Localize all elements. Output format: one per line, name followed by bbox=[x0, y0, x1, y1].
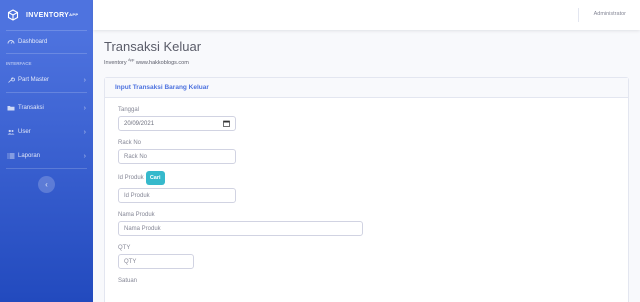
sidebar-item-label: Transaksi bbox=[18, 105, 44, 111]
chevron-right-icon: › bbox=[83, 104, 86, 112]
sidebar: INVENTORYAPP Dashboard INTERFACE Part Ma… bbox=[0, 0, 93, 302]
id-produk-input[interactable]: Id Produk bbox=[118, 188, 236, 203]
satuan-label: Satuan bbox=[118, 278, 138, 284]
rack-no-input[interactable]: Rack No bbox=[118, 149, 236, 164]
sidebar-heading: INTERFACE bbox=[6, 61, 32, 66]
folder-icon bbox=[6, 104, 15, 113]
id-produk-label: Id Produk bbox=[118, 175, 144, 181]
topbar-divider bbox=[578, 8, 579, 22]
rack-placeholder: Rack No bbox=[124, 153, 148, 160]
sidebar-item-laporan[interactable]: Laporan › bbox=[0, 144, 93, 168]
page-title: Transaksi Keluar bbox=[104, 39, 202, 54]
sidebar-item-label: Laporan bbox=[18, 153, 41, 159]
transaction-card: Input Transaksi Barang Keluar Tanggal 20… bbox=[104, 77, 629, 302]
qty-placeholder: QTY bbox=[124, 258, 137, 265]
sidebar-item-label: User bbox=[18, 129, 31, 135]
card-title: Input Transaksi Barang Keluar bbox=[105, 78, 628, 98]
id-produk-row: Id Produk Cari bbox=[118, 171, 615, 185]
sidebar-item-transaksi[interactable]: Transaksi › bbox=[0, 96, 93, 120]
nama-produk-label: Nama Produk bbox=[118, 212, 155, 218]
tanggal-date-input[interactable]: 20/09/2021 bbox=[118, 116, 236, 131]
qty-input[interactable]: QTY bbox=[118, 254, 194, 269]
tanggal-label: Tanggal bbox=[118, 107, 140, 113]
nama-produk-placeholder: Nama Produk bbox=[124, 225, 161, 232]
wrench-icon bbox=[6, 76, 15, 85]
chevron-left-icon: ‹ bbox=[45, 180, 48, 189]
list-icon bbox=[6, 152, 15, 161]
brand[interactable]: INVENTORYAPP bbox=[0, 0, 93, 30]
calendar-icon[interactable] bbox=[223, 120, 230, 127]
sidebar-item-part-master[interactable]: Part Master › bbox=[0, 68, 93, 92]
id-produk-placeholder: Id Produk bbox=[124, 192, 150, 199]
users-icon bbox=[6, 128, 15, 137]
chevron-right-icon: › bbox=[83, 152, 86, 160]
nama-produk-input[interactable]: Nama Produk bbox=[118, 221, 363, 236]
brand-title: INVENTORYAPP bbox=[26, 11, 79, 19]
sidebar-item-dashboard[interactable]: Dashboard bbox=[0, 31, 93, 53]
transaction-form: Tanggal 20/09/2021 Rack No Rack No Id Pr… bbox=[105, 107, 628, 284]
chevron-right-icon: › bbox=[83, 128, 86, 136]
sidebar-toggle-button[interactable]: ‹ bbox=[38, 176, 55, 193]
cari-button[interactable]: Cari bbox=[145, 171, 165, 185]
box-icon bbox=[6, 8, 20, 22]
chevron-right-icon: › bbox=[83, 76, 86, 84]
sidebar-item-label: Dashboard bbox=[18, 39, 48, 45]
divider bbox=[6, 92, 87, 93]
qty-label: QTY bbox=[118, 245, 131, 251]
page-subtitle: Inventory App www.hakkoblogs.com bbox=[104, 58, 189, 66]
sidebar-item-label: Part Master bbox=[18, 77, 50, 83]
tanggal-value: 20/09/2021 bbox=[124, 120, 155, 127]
user-menu[interactable]: Administrator bbox=[594, 11, 626, 17]
main-content: Transaksi Keluar Inventory App www.hakko… bbox=[93, 30, 640, 302]
sidebar-item-user[interactable]: User › bbox=[0, 120, 93, 144]
topbar: Administrator bbox=[93, 0, 640, 30]
rack-label: Rack No bbox=[118, 140, 142, 146]
tachometer-icon bbox=[6, 38, 15, 47]
divider bbox=[6, 168, 87, 169]
